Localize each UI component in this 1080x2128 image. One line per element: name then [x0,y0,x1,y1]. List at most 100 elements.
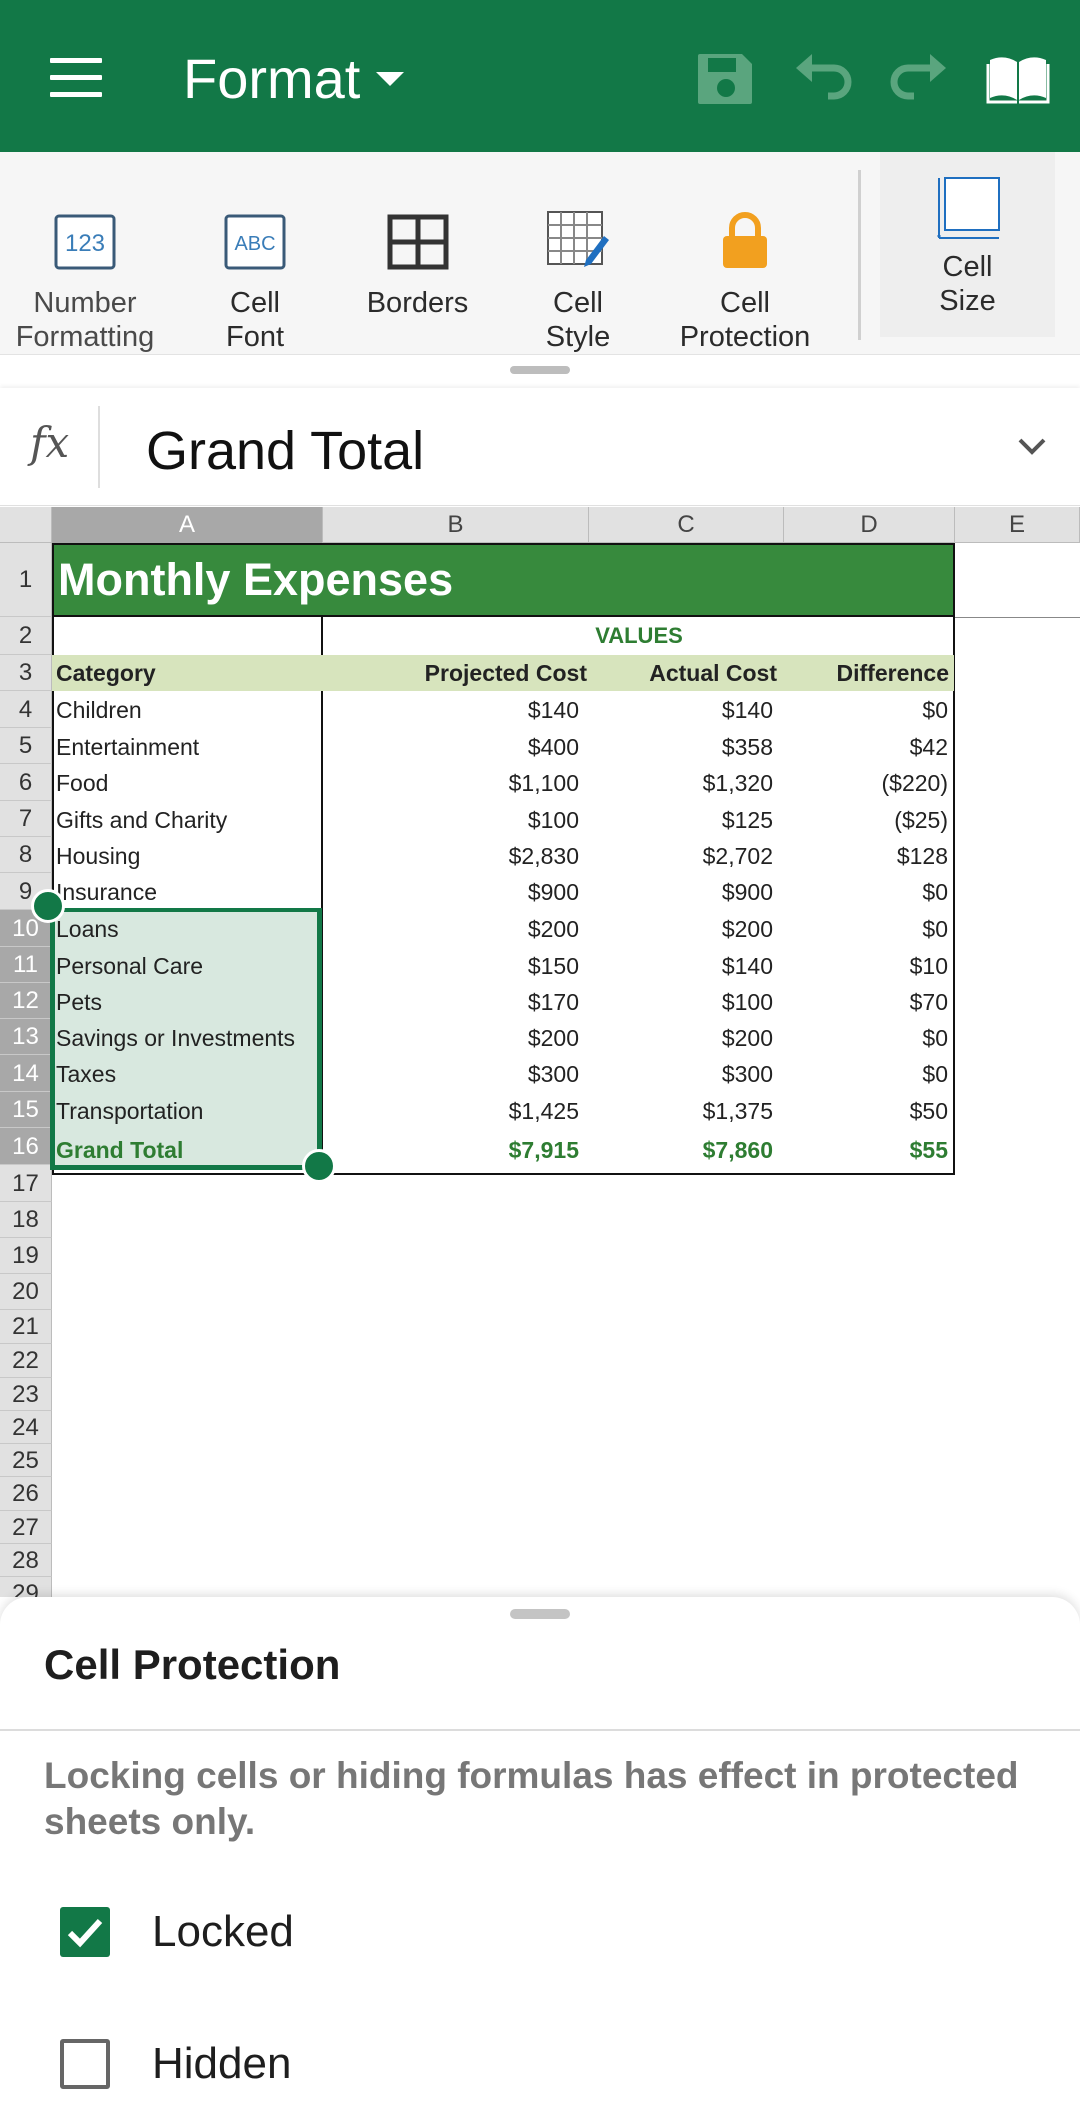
row-header[interactable]: 8 [0,837,52,873]
category-cell[interactable]: Entertainment [56,734,199,761]
actual-cost-cell[interactable]: $358 [589,734,773,761]
spreadsheet-grid[interactable]: A B C D E 1 2 3 4 5 6 7 8 9 10 11 12 13 14 15 16 17 18 19 2… [0,507,1080,1597]
cell-style-button[interactable]: Cell Style [508,152,648,353]
difference-cell[interactable]: $10 [784,953,948,980]
actual-cost-cell[interactable]: $200 [589,916,773,943]
column-header-c[interactable]: C [589,507,784,543]
actual-cost-cell[interactable]: $200 [589,1025,773,1052]
actual-cost-cell[interactable]: $125 [589,807,773,834]
difference-cell[interactable]: $0 [784,697,948,724]
projected-cost-cell[interactable]: $1,100 [323,770,579,797]
actual-cost-cell[interactable]: $100 [589,989,773,1016]
selection-start-handle[interactable] [31,889,65,923]
row-header[interactable]: 3 [0,655,52,691]
projected-cost-cell[interactable]: $150 [323,953,579,980]
row-header[interactable]: 17 [0,1165,52,1202]
projected-cost-cell[interactable]: $300 [323,1061,579,1088]
header-category[interactable]: Category [56,660,156,687]
fx-icon[interactable]: fx [30,418,69,467]
actual-cost-cell[interactable]: $140 [589,953,773,980]
row-header[interactable]: 14 [0,1055,52,1092]
row-header[interactable]: 11 [0,947,52,983]
formula-input[interactable]: Grand Total [146,420,424,482]
projected-cost-cell[interactable]: $100 [323,807,579,834]
difference-cell[interactable]: ($220) [784,770,948,797]
selection-end-handle[interactable] [302,1149,336,1183]
row-header[interactable]: 19 [0,1238,52,1274]
row-header[interactable]: 25 [0,1444,52,1477]
row-header[interactable]: 4 [0,691,52,728]
category-cell[interactable]: Food [56,770,108,797]
read-mode-book-icon[interactable] [986,46,1050,110]
format-mode-dropdown[interactable]: Format [183,44,405,114]
undo-icon[interactable] [790,46,854,110]
column-header-b[interactable]: B [323,507,589,543]
locked-checkbox[interactable] [60,1907,110,1957]
column-header-d[interactable]: D [784,507,955,543]
projected-cost-cell[interactable]: $200 [323,916,579,943]
select-all-corner[interactable] [0,507,52,543]
projected-cost-cell[interactable]: $140 [323,697,579,724]
actual-cost-cell[interactable]: $140 [589,697,773,724]
hidden-option[interactable]: Hidden [60,2029,760,2099]
hidden-checkbox[interactable] [60,2039,110,2089]
row-header[interactable]: 28 [0,1544,52,1577]
borders-button[interactable]: Borders [345,152,490,337]
header-actual-cost[interactable]: Actual Cost [589,660,777,687]
difference-cell[interactable]: $0 [784,879,948,906]
category-cell[interactable]: Children [56,697,142,724]
sheet-drag-handle[interactable] [510,1609,570,1619]
difference-cell[interactable]: $42 [784,734,948,761]
total-actual[interactable]: $7,860 [589,1137,773,1164]
cell-size-button[interactable]: Cell Size [880,152,1055,337]
actual-cost-cell[interactable]: $1,320 [589,770,773,797]
projected-cost-cell[interactable]: $200 [323,1025,579,1052]
redo-icon[interactable] [888,46,952,110]
category-cell[interactable]: Housing [56,843,140,870]
category-cell[interactable]: Gifts and Charity [56,807,227,834]
hamburger-menu-icon[interactable] [50,58,102,98]
save-icon[interactable] [694,46,758,110]
difference-cell[interactable]: $128 [784,843,948,870]
row-header[interactable]: 16 [0,1128,52,1165]
number-formatting-button[interactable]: 123 Number Formatting [0,152,170,353]
row-header[interactable]: 12 [0,983,52,1019]
row-header[interactable]: 2 [0,617,52,655]
difference-cell[interactable]: $70 [784,989,948,1016]
actual-cost-cell[interactable]: $1,375 [589,1098,773,1125]
projected-cost-cell[interactable]: $400 [323,734,579,761]
projected-cost-cell[interactable]: $170 [323,989,579,1016]
actual-cost-cell[interactable]: $900 [589,879,773,906]
ribbon-collapse-handle[interactable] [510,366,570,374]
row-header[interactable]: 13 [0,1019,52,1055]
row-header[interactable]: 20 [0,1274,52,1310]
actual-cost-cell[interactable]: $2,702 [589,843,773,870]
cell-font-button[interactable]: ABC Cell Font [185,152,325,353]
total-projected[interactable]: $7,915 [323,1137,579,1164]
chevron-down-icon[interactable] [1014,428,1050,464]
difference-cell[interactable]: $0 [784,916,948,943]
cell-protection-button[interactable]: Cell Protection [668,152,822,353]
difference-cell[interactable]: ($25) [784,807,948,834]
row-header[interactable]: 18 [0,1202,52,1238]
row-header[interactable]: 24 [0,1411,52,1444]
row-header[interactable]: 5 [0,728,52,764]
row-header[interactable]: 27 [0,1511,52,1544]
row-header[interactable]: 29 [0,1577,52,1597]
actual-cost-cell[interactable]: $300 [589,1061,773,1088]
row-header[interactable]: 21 [0,1310,52,1344]
difference-cell[interactable]: $0 [784,1061,948,1088]
row-header[interactable]: 15 [0,1092,52,1128]
projected-cost-cell[interactable]: $1,425 [323,1098,579,1125]
row-header[interactable]: 26 [0,1477,52,1511]
difference-cell[interactable]: $0 [784,1025,948,1052]
difference-cell[interactable]: $50 [784,1098,948,1125]
column-header-a[interactable]: A [52,507,323,543]
projected-cost-cell[interactable]: $2,830 [323,843,579,870]
projected-cost-cell[interactable]: $900 [323,879,579,906]
column-header-e[interactable]: E [955,507,1080,543]
row-header[interactable]: 22 [0,1344,52,1378]
row-header[interactable]: 7 [0,801,52,837]
row-header[interactable]: 6 [0,764,52,801]
total-difference[interactable]: $55 [784,1137,948,1164]
